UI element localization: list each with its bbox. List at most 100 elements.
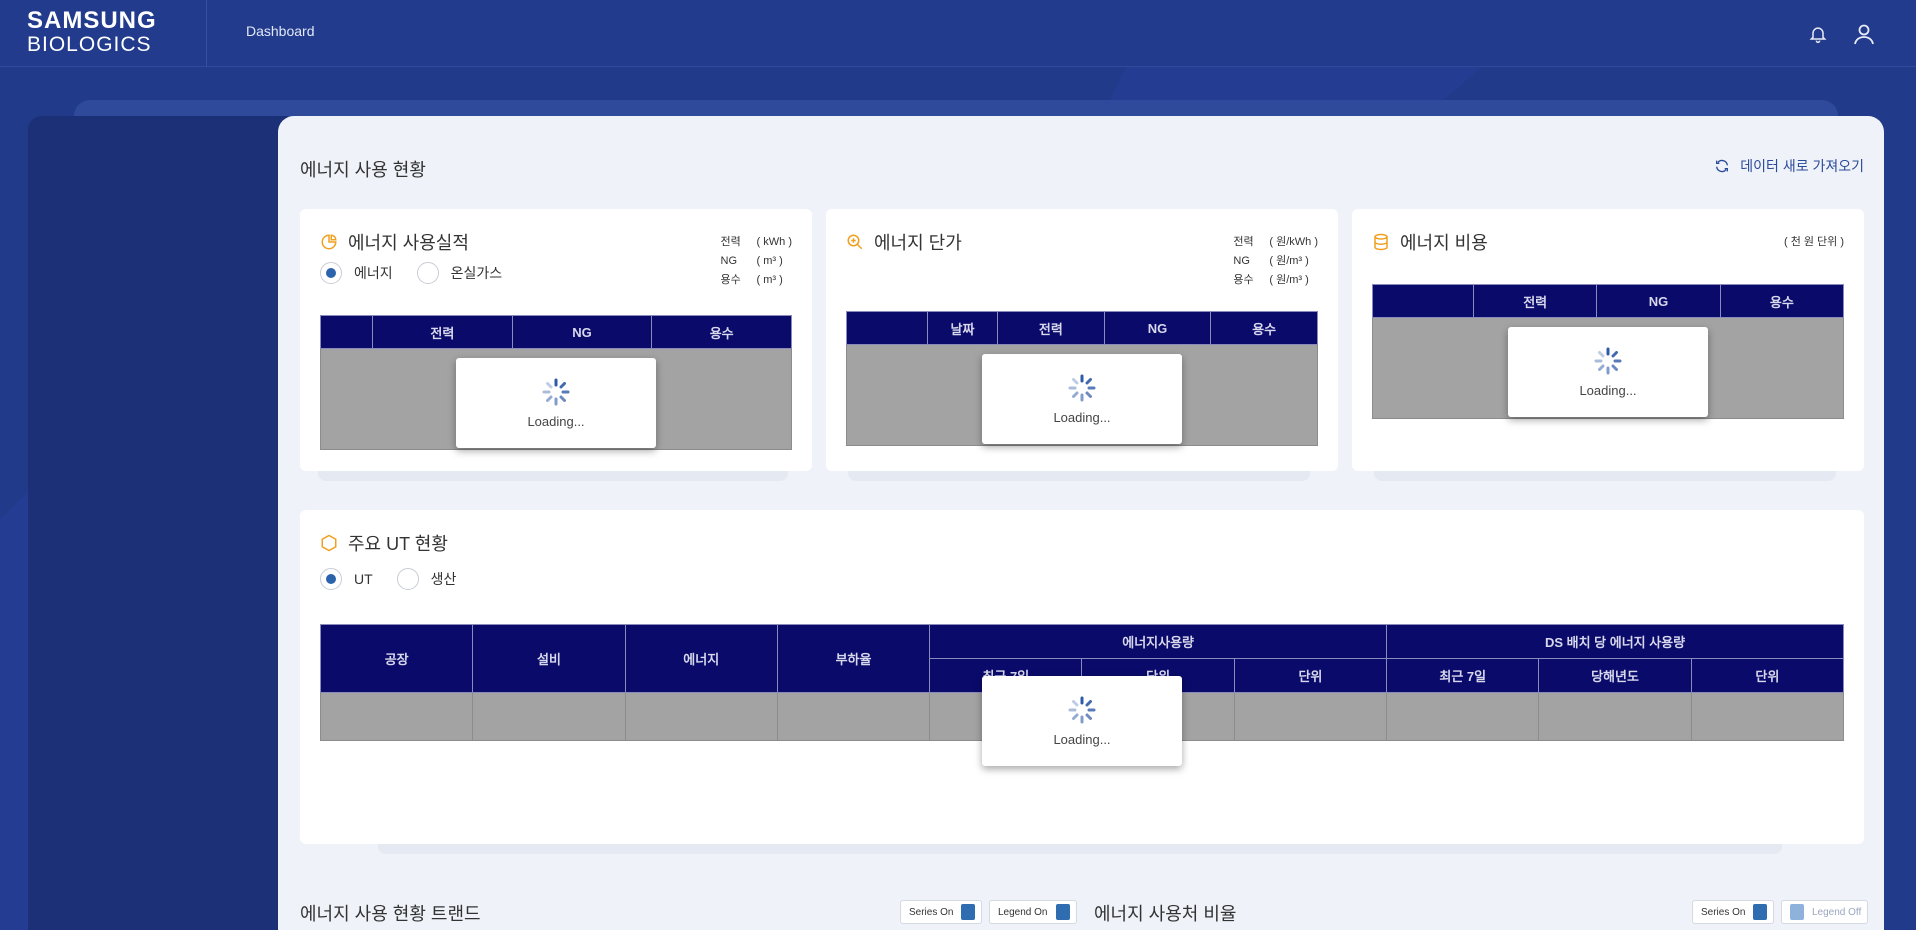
- radio-production[interactable]: 생산: [396, 568, 456, 590]
- column-header: 설비: [472, 624, 626, 693]
- logo-line-2: BIOLOGICS: [27, 33, 152, 56]
- trend-section-title: 에너지 사용 현황 트랜드: [300, 904, 481, 924]
- radio-control[interactable]: [416, 262, 439, 284]
- radio-control[interactable]: [320, 262, 342, 284]
- loading-overlay: Loading...: [982, 354, 1182, 444]
- ratio-section-title: 에너지 사용처 비율: [1094, 904, 1237, 924]
- zoom-in-icon: [847, 234, 863, 250]
- radio-control[interactable]: [320, 568, 342, 590]
- toggle-switch[interactable]: [1055, 904, 1070, 920]
- loading-overlay: Loading...: [456, 358, 656, 448]
- column-header: 에너지: [624, 624, 778, 693]
- refresh-data-button[interactable]: 데이터 새로 가져오기: [1714, 156, 1864, 176]
- unit-value: ( 원/m³ ): [1269, 255, 1309, 267]
- table-cell: [776, 692, 931, 741]
- radio-label: UT: [354, 571, 373, 587]
- column-header: 최근 7일: [1386, 658, 1540, 693]
- column-header: [846, 311, 928, 345]
- table-cell: [472, 692, 626, 741]
- unit-note: ( 천 원 단위 ): [1783, 236, 1844, 248]
- column-header: 공장: [319, 624, 474, 693]
- loading-spinner-icon: [1068, 374, 1096, 401]
- column-group-header: DS 배치 당 에너지 사용량: [1386, 624, 1844, 659]
- logo-divider: [206, 0, 207, 67]
- unit-legend: 전력 ( 원/kWh ) NG ( 원/m³ ) 용수 ( 원/m³ ): [1233, 233, 1318, 290]
- column-header: 전력: [1472, 284, 1598, 318]
- card-title-label: 에너지 비용: [1400, 233, 1488, 253]
- loading-spinner-icon: [1594, 347, 1622, 374]
- legend-toggle[interactable]: Legend Off: [1781, 900, 1869, 924]
- card-title: 에너지 단가: [846, 229, 962, 255]
- card-title-label: 에너지 사용실적: [348, 233, 469, 253]
- series-toggle[interactable]: Series On: [900, 900, 983, 924]
- toggle-switch[interactable]: [1753, 904, 1768, 920]
- loading-label: Loading...: [1579, 382, 1637, 398]
- unit-value: ( m³ ): [756, 274, 783, 286]
- table-cell: [624, 692, 778, 741]
- table-cell: [319, 692, 474, 741]
- toggle-switch[interactable]: [1790, 904, 1804, 920]
- toggle-label: Series On: [1701, 906, 1746, 918]
- unit-key: 용수: [1233, 274, 1254, 286]
- column-header: 당해년도: [1538, 658, 1692, 693]
- column-header: 날짜: [927, 311, 998, 345]
- card-title-label: 에너지 단가: [874, 233, 962, 253]
- column-header: [320, 315, 373, 349]
- unit-legend: 전력 ( kWh ) NG ( m³ ) 용수 ( m³ ): [721, 233, 792, 290]
- page-title: 에너지 사용 현황: [300, 160, 426, 180]
- column-header: 용수: [1719, 284, 1845, 318]
- column-header: NG: [1596, 284, 1721, 318]
- unit-key: 전력: [720, 236, 741, 248]
- table-cell: [1386, 692, 1540, 741]
- unit-value: ( m³ ): [756, 255, 783, 267]
- samsung-biologics-logo[interactable]: SAMSUNG BIOLOGICS: [27, 9, 207, 57]
- column-header: 단위: [1690, 658, 1845, 693]
- logo-line-1: SAMSUNG: [27, 7, 157, 34]
- usage-type-radio-group: 에너지 온실가스: [320, 262, 516, 284]
- ut-type-radio-group: UT 생산: [320, 568, 470, 590]
- loading-spinner-icon: [542, 378, 570, 405]
- main-ut-card: 주요 UT 현황 UT 생산 공장 설비 에너지 부하율 에너지사용량 DS 배…: [300, 510, 1864, 844]
- toggle-label: Legend On: [998, 906, 1048, 918]
- refresh-label: 데이터 새로 가져오기: [1740, 158, 1864, 174]
- main-content: 에너지 사용 현황 데이터 새로 가져오기 에너지 사용실적 전력 ( kWh )…: [278, 116, 1884, 930]
- column-header: 용수: [1210, 311, 1318, 345]
- toggle-switch[interactable]: [961, 904, 976, 920]
- series-toggle[interactable]: Series On: [1692, 900, 1775, 924]
- hexagon-icon: [321, 534, 337, 552]
- pie-chart-icon: [321, 234, 337, 250]
- column-group-header: 에너지사용량: [929, 624, 1388, 659]
- unit-key: NG: [720, 255, 738, 267]
- column-header: 부하율: [776, 624, 931, 693]
- column-header: 용수: [651, 315, 792, 349]
- legend-toggle[interactable]: Legend On: [989, 900, 1077, 924]
- loading-label: Loading...: [1053, 731, 1111, 747]
- column-header: NG: [1103, 311, 1212, 345]
- nav-dashboard[interactable]: Dashboard: [246, 23, 315, 39]
- radio-label: 온실가스: [450, 265, 503, 281]
- energy-price-card: 에너지 단가 전력 ( 원/kWh ) NG ( 원/m³ ) 용수 ( 원/m³ )…: [826, 209, 1338, 471]
- radio-ut[interactable]: UT: [320, 568, 373, 590]
- column-header: 단위: [1233, 658, 1388, 693]
- radio-energy[interactable]: 에너지: [320, 262, 393, 284]
- toggle-label: Series On: [909, 906, 954, 918]
- column-header: 전력: [372, 315, 513, 349]
- top-navigation-bar: SAMSUNG BIOLOGICS Dashboard: [0, 0, 1916, 67]
- loading-overlay: Loading...: [982, 676, 1182, 766]
- card-title: 주요 UT 현황: [320, 530, 448, 556]
- unit-value: ( 원/m³ ): [1269, 274, 1309, 286]
- column-header: [1372, 284, 1474, 318]
- radio-ghg[interactable]: 온실가스: [416, 262, 503, 284]
- user-icon[interactable]: [1850, 20, 1878, 48]
- bell-icon[interactable]: [1804, 20, 1832, 48]
- table-cell: [1538, 692, 1692, 741]
- unit-key: 전력: [1233, 236, 1254, 248]
- loading-label: Loading...: [1053, 409, 1111, 425]
- radio-control[interactable]: [396, 568, 419, 590]
- table-cell: [1690, 692, 1845, 741]
- radio-label: 에너지: [354, 265, 393, 281]
- energy-usage-card: 에너지 사용실적 전력 ( kWh ) NG ( m³ ) 용수 ( m³ ) 에너지…: [300, 209, 812, 471]
- refresh-icon: [1716, 159, 1729, 173]
- database-icon: [1374, 233, 1388, 251]
- sidebar: [28, 116, 288, 930]
